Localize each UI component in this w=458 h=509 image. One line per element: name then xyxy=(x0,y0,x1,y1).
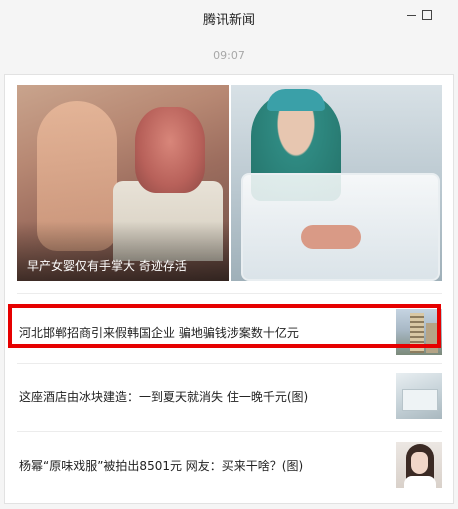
news-headline: 河北邯郸招商引来假韩国企业 骗地骗钱涉案数十亿元 xyxy=(19,326,299,340)
news-headline: 杨幂“原味戏服”被拍出8501元 网友：买来干啥？(图) xyxy=(19,459,304,473)
hero-image-right xyxy=(231,85,442,281)
hero-story[interactable]: 早产女婴仅有手掌大 奇迹存活 xyxy=(17,85,442,281)
minimize-button[interactable] xyxy=(405,8,419,22)
news-item-2[interactable]: 这座酒店由冰块建造：一到夏天就消失 住一晚千元(图) xyxy=(17,373,442,421)
news-item-3[interactable]: 杨幂“原味戏服”被拍出8501元 网友：买来干啥？(图) xyxy=(17,442,442,490)
window-title: 腾讯新闻 xyxy=(202,13,255,28)
actress-thumbnail xyxy=(396,442,442,488)
tower-shape xyxy=(426,323,438,353)
divider xyxy=(17,363,442,364)
news-card: 早产女婴仅有手掌大 奇迹存活 河北邯郸招商引来假韩国企业 骗地骗钱涉案数十亿元 … xyxy=(4,74,454,504)
baby-shape xyxy=(135,107,205,193)
title-bar: 腾讯新闻 xyxy=(0,0,458,36)
nurse-cap-shape xyxy=(267,89,325,111)
building-thumbnail xyxy=(396,309,442,355)
maximize-button[interactable] xyxy=(421,8,435,22)
dress-shape xyxy=(404,476,436,488)
ice-block-shape xyxy=(402,389,438,411)
divider xyxy=(17,431,442,432)
infant-shape xyxy=(301,225,361,249)
minimize-icon xyxy=(407,15,416,16)
hero-caption: 早产女婴仅有手掌大 奇迹存活 xyxy=(27,259,187,273)
hero-image-left xyxy=(17,85,229,281)
news-window: 腾讯新闻 09:07 早产女婴仅有手掌大 奇迹存活 河北邯郸招商引来假韩国企业 … xyxy=(0,0,458,509)
news-item-1[interactable]: 河北邯郸招商引来假韩国企业 骗地骗钱涉案数十亿元 xyxy=(17,309,442,357)
tower-shape xyxy=(410,313,424,353)
maximize-icon xyxy=(422,10,432,20)
ice-hotel-thumbnail xyxy=(396,373,442,419)
news-headline: 这座酒店由冰块建造：一到夏天就消失 住一晚千元(图) xyxy=(19,390,309,404)
face-shape xyxy=(411,452,428,474)
divider xyxy=(17,293,442,294)
push-timestamp: 09:07 xyxy=(213,49,245,62)
